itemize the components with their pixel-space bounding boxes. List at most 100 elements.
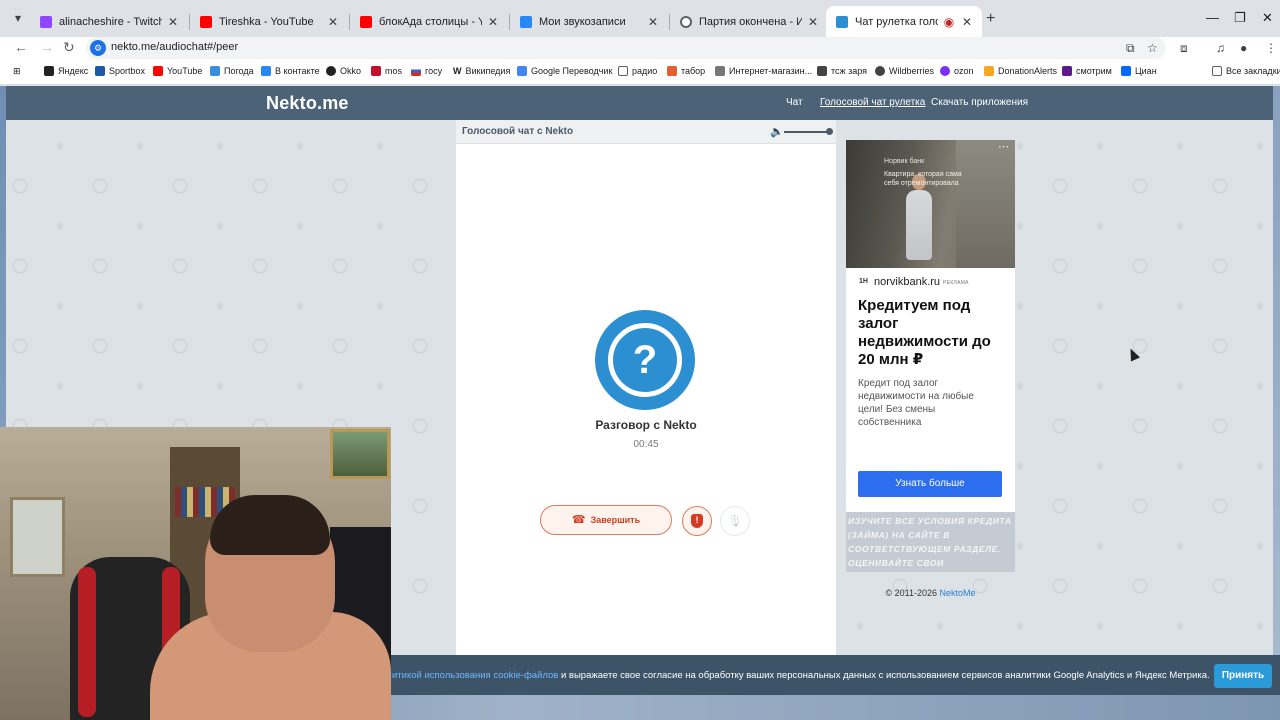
- close-icon[interactable]: ✕: [166, 15, 180, 29]
- cookie-accept-button[interactable]: Принять: [1214, 664, 1272, 688]
- ad-domain[interactable]: norvikbank.ru: [874, 276, 940, 288]
- nav-download-apps[interactable]: Скачать приложения: [931, 97, 1028, 108]
- bookmark-label: Sportbox: [109, 66, 146, 76]
- bookmark-item[interactable]: YouTube: [153, 66, 202, 76]
- bookmark-item[interactable]: W Википедия: [453, 66, 510, 76]
- bookmark-item[interactable]: Sportbox: [95, 66, 145, 76]
- tab-youtube-tireshka[interactable]: Tireshka - YouTube ✕: [190, 6, 348, 37]
- bookmark-label: тсж заря: [831, 66, 868, 76]
- close-window-icon[interactable]: ✕: [1262, 10, 1273, 26]
- bookmark-item[interactable]: Яндекс: [44, 66, 88, 76]
- minimize-icon[interactable]: —: [1206, 10, 1219, 25]
- end-call-label: Завершить: [590, 515, 641, 525]
- bookmark-icon: [210, 66, 220, 76]
- all-bookmarks[interactable]: Все закладки: [1212, 66, 1280, 76]
- profile-avatar[interactable]: ●: [1240, 41, 1247, 55]
- globe-icon: [875, 66, 885, 76]
- forward-icon[interactable]: →: [40, 39, 54, 55]
- nav-chat[interactable]: Чат: [786, 97, 803, 108]
- bookmark-icon: [411, 66, 421, 76]
- bookmark-label: Okko: [340, 66, 362, 76]
- end-call-button[interactable]: ☎ Завершить: [540, 505, 672, 535]
- pause-icon: [520, 15, 532, 28]
- close-icon[interactable]: ✕: [326, 15, 340, 29]
- bookmark-folder[interactable]: радио: [618, 66, 657, 76]
- microphone-icon: 🎙: [727, 514, 743, 528]
- bookmark-item[interactable]: ozon: [940, 66, 974, 76]
- tab-title: Чат рулетка голосовая — Н: [855, 15, 938, 28]
- volume-slider[interactable]: [784, 131, 828, 133]
- bookmark-item[interactable]: В контакте: [261, 66, 320, 76]
- report-button[interactable]: !: [682, 506, 712, 536]
- bookmark-item[interactable]: тсж заря: [817, 66, 867, 76]
- tab-nekto-active[interactable]: Чат рулетка голосовая — Н ◉ ✕: [826, 6, 982, 37]
- more-icon[interactable]: ⋯: [998, 140, 1009, 153]
- bookmark-item[interactable]: Okko: [326, 66, 361, 76]
- ad-image[interactable]: Норвик банк Квартира, которая сама себя …: [846, 140, 1015, 268]
- nav-voice-chat[interactable]: Голосовой чат рулетка: [820, 97, 925, 108]
- extensions-icon[interactable]: ⧈: [1180, 41, 1188, 56]
- bookmark-item[interactable]: табор: [667, 66, 705, 76]
- bookmark-item[interactable]: госу: [411, 66, 442, 76]
- tab-twitch[interactable]: alinacheshire - Twitch ✕: [30, 6, 188, 37]
- tab-title: Партия окончена - Игра iguan: [699, 15, 802, 28]
- close-icon[interactable]: ✕: [806, 15, 820, 29]
- bookmark-item[interactable]: Циан: [1121, 66, 1157, 76]
- tab-vk-audio[interactable]: Мои звукозаписи ✕: [510, 6, 668, 37]
- tab-youtube-blokada[interactable]: блокАда столицы - YouTube ✕: [350, 6, 508, 37]
- menu-icon[interactable]: ⋮: [1265, 41, 1277, 55]
- maximize-icon[interactable]: ❐: [1234, 10, 1246, 26]
- bookmark-item[interactable]: смотрим: [1062, 66, 1112, 76]
- bookmark-item[interactable]: Погода: [210, 66, 254, 76]
- bookmark-label: В контакте: [275, 66, 320, 76]
- close-icon[interactable]: ✕: [960, 15, 974, 29]
- ad-headline[interactable]: Кредитуем под залог недвижимости до 20 м…: [858, 297, 1008, 369]
- bookmark-item[interactable]: Wildberries: [875, 66, 934, 76]
- bookmark-item[interactable]: Google Переводчик: [517, 66, 612, 76]
- new-tab-icon[interactable]: +: [986, 10, 995, 28]
- card-header: Голосовой чат с Nekto 🔈: [456, 120, 836, 144]
- tab-game[interactable]: Партия окончена - Игра iguan ✕: [670, 6, 828, 37]
- peer-avatar: ?: [595, 310, 695, 410]
- bookmark-star-icon[interactable]: ☆: [1147, 41, 1158, 55]
- bookmark-item[interactable]: Интернет-магазин...: [715, 66, 812, 76]
- site-logo[interactable]: Nekto.me: [266, 93, 349, 114]
- address-bar[interactable]: ⚙ nekto.me/audiochat#/peer: [86, 37, 1166, 59]
- webcam-overlay: [0, 427, 391, 720]
- volume-slider-handle[interactable]: [826, 128, 833, 135]
- youtube-icon: [200, 15, 212, 28]
- close-icon[interactable]: ✕: [646, 15, 660, 29]
- bookmark-label: Google Переводчик: [531, 66, 613, 76]
- microphone-button[interactable]: 🎙: [720, 506, 750, 536]
- site-info-icon[interactable]: ⚙: [90, 40, 106, 56]
- close-icon[interactable]: ✕: [486, 15, 500, 29]
- copyright-link[interactable]: NektoMe: [940, 588, 976, 598]
- reload-icon[interactable]: ↻: [63, 39, 75, 56]
- bookmark-label: Яндекс: [58, 66, 89, 76]
- shield-alert-icon: !: [691, 514, 703, 528]
- volume-icon[interactable]: 🔈: [770, 125, 784, 138]
- bookmark-icon: [667, 66, 677, 76]
- back-icon[interactable]: ←: [14, 39, 28, 55]
- bookmark-icon: [1121, 66, 1131, 76]
- apps-grid-icon[interactable]: ⊞: [13, 66, 21, 77]
- card-title: Голосовой чат с Nekto: [462, 126, 574, 137]
- tab-search-icon[interactable]: ▾: [8, 8, 28, 28]
- bookmark-icon: [371, 66, 381, 76]
- ad-label: РЕКЛАМА: [943, 280, 969, 286]
- ad-learn-more-button[interactable]: Узнать больше: [858, 471, 1002, 497]
- cookie-policy-link[interactable]: итикой использования cookie-файлов: [392, 670, 558, 681]
- bookmark-item[interactable]: DonationAlerts: [984, 66, 1057, 76]
- install-app-icon[interactable]: ⧉: [1126, 41, 1135, 56]
- bookmark-icon: [940, 66, 950, 76]
- bookmark-item[interactable]: mos: [371, 66, 402, 76]
- browser-toolbar: ← → ↻ ⚙ nekto.me/audiochat#/peer ⧉ ☆ ⧈ ♫…: [0, 37, 1280, 61]
- bookmark-label: Погода: [224, 66, 254, 76]
- clock-icon: [680, 15, 692, 28]
- advertisement[interactable]: Норвик банк Квартира, которая сама себя …: [846, 140, 1015, 572]
- tab-title: Мои звукозаписи: [539, 15, 626, 28]
- url-text: nekto.me/audiochat#/peer: [111, 41, 239, 53]
- media-control-icon[interactable]: ♫: [1216, 41, 1225, 55]
- bookmark-icon: [1062, 66, 1072, 76]
- bookmark-label: DonationAlerts: [998, 66, 1058, 76]
